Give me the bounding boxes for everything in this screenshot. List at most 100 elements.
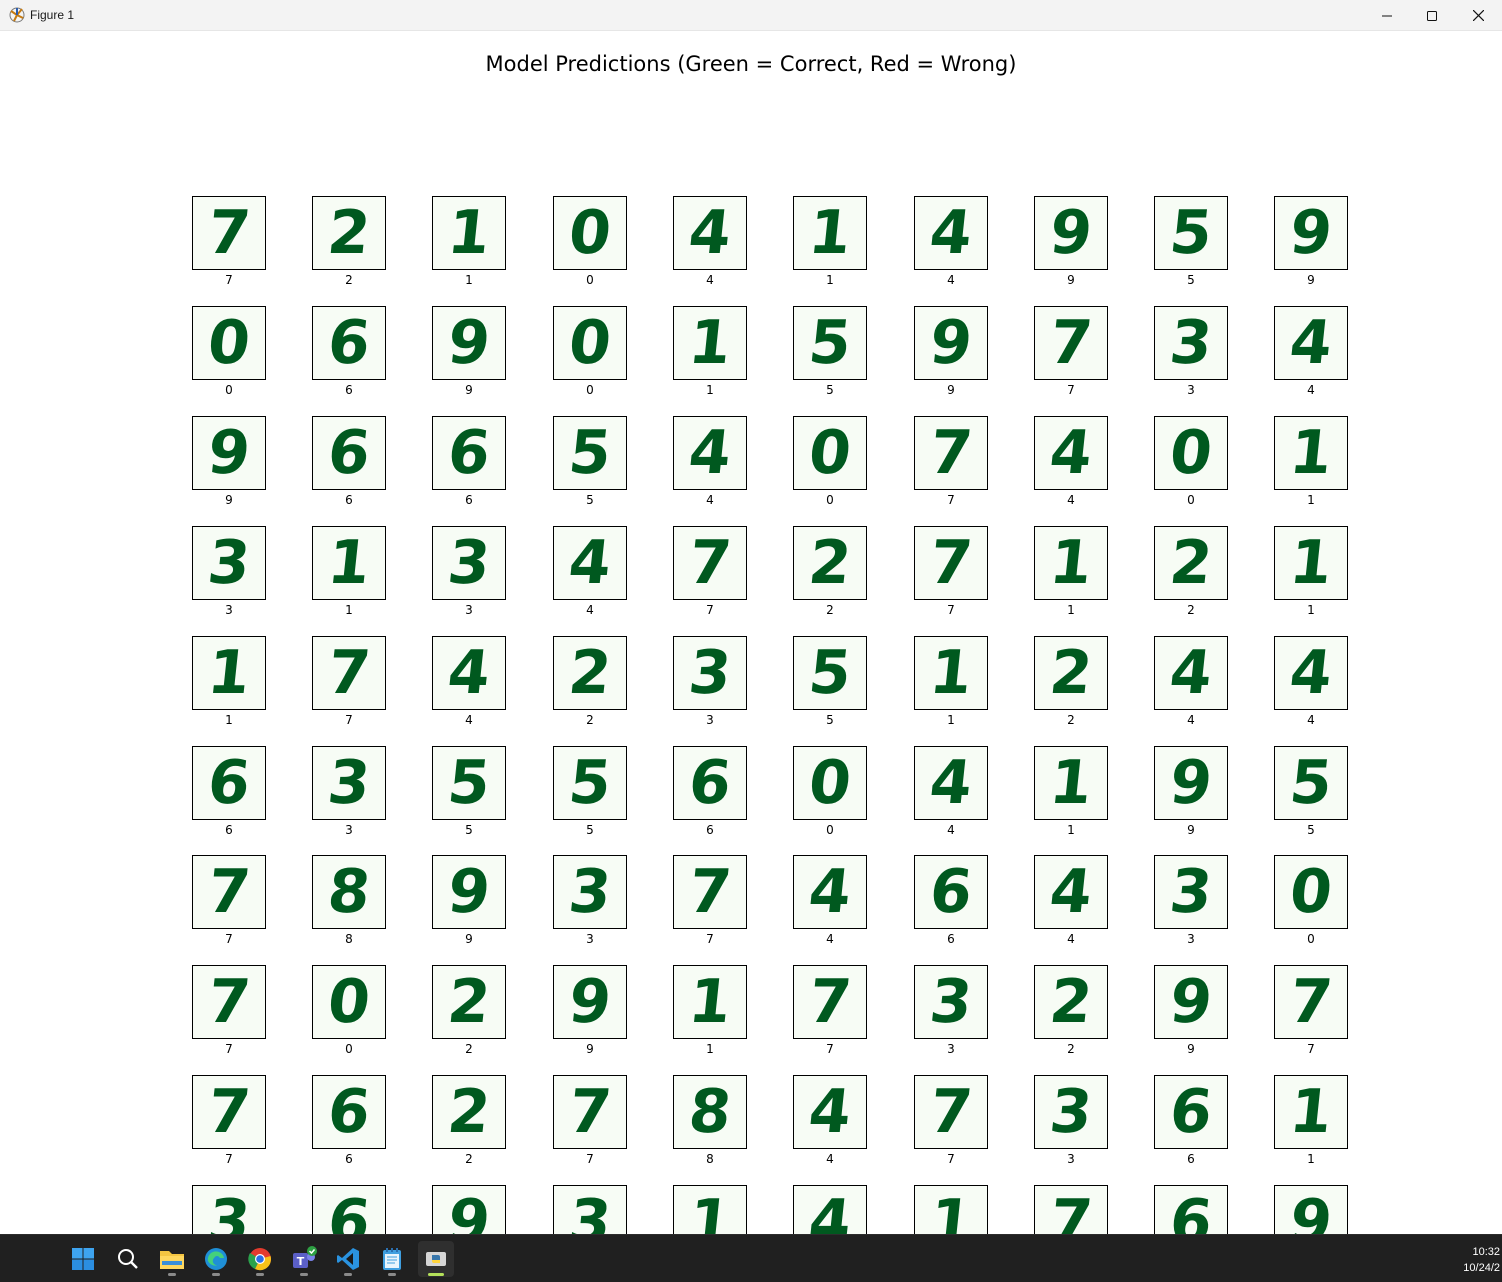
prediction-label: 4: [1307, 383, 1315, 397]
digit-image: 4: [444, 638, 494, 708]
digit-image-cell: 4: [553, 526, 627, 600]
digit-image: 4: [685, 418, 735, 488]
digit-image: 7: [926, 418, 976, 488]
prediction-label: 3: [1187, 932, 1195, 946]
prediction-label: 9: [465, 932, 473, 946]
prediction-label: 4: [586, 603, 594, 617]
python-figure-button[interactable]: [418, 1241, 454, 1277]
digit-image: 6: [204, 748, 254, 818]
digit-image-cell: 6: [1154, 1075, 1228, 1149]
prediction-label: 0: [586, 383, 594, 397]
digit-image: 1: [685, 967, 735, 1037]
prediction-label: 4: [1067, 493, 1075, 507]
digit-image: 4: [805, 857, 855, 927]
prediction-label: 4: [1307, 713, 1315, 727]
digit-image-cell: 2: [1034, 636, 1108, 710]
digit-image-cell: 2: [312, 196, 386, 270]
digit-image-cell: 3: [1154, 855, 1228, 929]
digit-image-cell: 5: [432, 746, 506, 820]
prediction-label: 3: [586, 932, 594, 946]
prediction-label: 1: [826, 273, 834, 287]
vscode-button[interactable]: [330, 1241, 366, 1277]
digit-image: 9: [1286, 198, 1336, 268]
digit-image: 1: [926, 638, 976, 708]
digit-image: 1: [1286, 1077, 1336, 1147]
digit-image-cell: 8: [673, 1075, 747, 1149]
digit-image: 4: [1166, 638, 1216, 708]
prediction-label: 4: [706, 493, 714, 507]
prediction-label: 7: [225, 932, 233, 946]
digit-image: 7: [204, 198, 254, 268]
digit-image-cell: 1: [312, 526, 386, 600]
digit-image-cell: 0: [553, 196, 627, 270]
system-clock[interactable]: 10:32 10/24/2: [1463, 1244, 1500, 1276]
prediction-label: 2: [345, 273, 353, 287]
digit-image: 0: [204, 308, 254, 378]
prediction-label: 3: [345, 823, 353, 837]
running-indicator: [256, 1273, 264, 1276]
digit-image-cell: 4: [1274, 306, 1348, 380]
search-icon: [118, 1249, 138, 1269]
teams-button[interactable]: T: [286, 1241, 322, 1277]
digit-image: 3: [1166, 857, 1216, 927]
digit-image: 1: [204, 638, 254, 708]
digit-image-cell: 0: [793, 416, 867, 490]
digit-image: 1: [444, 198, 494, 268]
chrome-browser-icon: [248, 1248, 271, 1271]
digit-image-cell: 6: [673, 746, 747, 820]
digit-image-cell: 4: [914, 196, 988, 270]
prediction-label: 0: [1187, 493, 1195, 507]
clock-time: 10:32: [1472, 1246, 1500, 1258]
digit-image: 3: [444, 528, 494, 598]
digit-image-cell: 7: [192, 1075, 266, 1149]
search-button[interactable]: [110, 1241, 146, 1277]
notepad-button[interactable]: [374, 1241, 410, 1277]
prediction-grid: 7722110044114499559900669900115599773344…: [0, 0, 1502, 1234]
digit-image: 8: [685, 1077, 735, 1147]
prediction-label: 1: [1307, 603, 1315, 617]
digit-image: 4: [1046, 857, 1096, 927]
digit-image-cell: 1: [793, 196, 867, 270]
prediction-label: 2: [465, 1042, 473, 1056]
digit-image-cell: 4: [793, 1185, 867, 1234]
prediction-label: 7: [826, 1042, 834, 1056]
prediction-label: 1: [1067, 603, 1075, 617]
prediction-label: 1: [345, 603, 353, 617]
digit-image-cell: 7: [192, 965, 266, 1039]
digit-image-cell: 9: [1274, 196, 1348, 270]
digit-image: 6: [685, 748, 735, 818]
start-button[interactable]: [65, 1241, 101, 1277]
prediction-label: 3: [225, 603, 233, 617]
digit-image: 4: [805, 1077, 855, 1147]
python-figure-icon: [426, 1252, 446, 1266]
prediction-label: 3: [465, 603, 473, 617]
digit-image-cell: 5: [1274, 746, 1348, 820]
chrome-button[interactable]: [242, 1241, 278, 1277]
notepad-icon: [383, 1248, 401, 1270]
digit-image: 7: [204, 967, 254, 1037]
active-indicator: [428, 1273, 444, 1276]
prediction-label: 4: [826, 932, 834, 946]
prediction-label: 2: [465, 1152, 473, 1166]
digit-image: 1: [685, 1187, 735, 1234]
prediction-label: 7: [225, 1152, 233, 1166]
digit-image-cell: 2: [1034, 965, 1108, 1039]
running-indicator: [212, 1273, 220, 1276]
edge-button[interactable]: [198, 1241, 234, 1277]
prediction-label: 3: [706, 713, 714, 727]
running-indicator: [344, 1273, 352, 1276]
digit-image: 6: [1166, 1187, 1216, 1234]
digit-image: 7: [324, 638, 374, 708]
prediction-label: 6: [345, 1152, 353, 1166]
digit-image: 7: [1046, 1187, 1096, 1234]
digit-image: 1: [685, 308, 735, 378]
digit-image: 2: [565, 638, 615, 708]
digit-image: 9: [444, 857, 494, 927]
digit-image-cell: 5: [553, 416, 627, 490]
prediction-label: 7: [225, 273, 233, 287]
digit-image-cell: 6: [312, 1185, 386, 1234]
file-explorer-button[interactable]: [154, 1241, 190, 1277]
prediction-label: 9: [1187, 1042, 1195, 1056]
digit-image: 1: [1286, 528, 1336, 598]
prediction-label: 6: [706, 823, 714, 837]
